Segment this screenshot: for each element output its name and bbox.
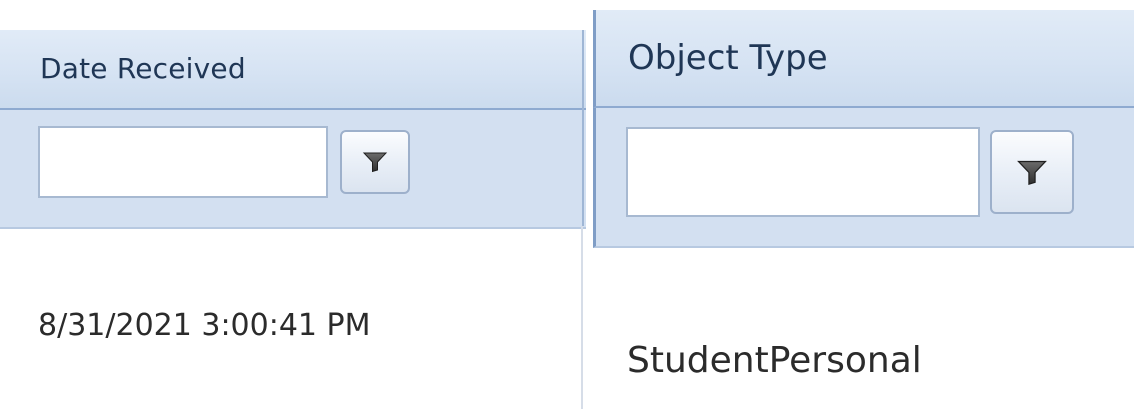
date-received-filter-button[interactable] xyxy=(340,130,410,194)
object-type-filter-button[interactable] xyxy=(990,130,1074,214)
column-date-received: Date Received 8/31/2021 3:00:41 PM xyxy=(0,30,586,409)
grid-view: Date Received 8/31/2021 3:00:41 PM Objec… xyxy=(0,0,1134,409)
filter-row-object-type xyxy=(593,108,1134,248)
date-received-filter-input[interactable] xyxy=(38,126,328,198)
filter-row-date-received xyxy=(0,110,586,229)
filter-funnel-icon xyxy=(362,152,388,173)
date-received-cell: 8/31/2021 3:00:41 PM xyxy=(38,308,371,343)
column-grid-line xyxy=(581,226,583,409)
column-header-object-type[interactable]: Object Type xyxy=(593,10,1134,108)
object-type-cell: StudentPersonal xyxy=(627,340,922,381)
object-type-filter-input[interactable] xyxy=(626,127,980,217)
column-object-type: Object Type StudentPersonal xyxy=(593,10,1134,409)
filter-funnel-icon xyxy=(1017,160,1047,185)
column-header-label: Date Received xyxy=(40,52,246,85)
column-header-date-received[interactable]: Date Received xyxy=(0,30,586,110)
column-header-label: Object Type xyxy=(628,38,828,78)
column-divider[interactable] xyxy=(582,30,584,226)
